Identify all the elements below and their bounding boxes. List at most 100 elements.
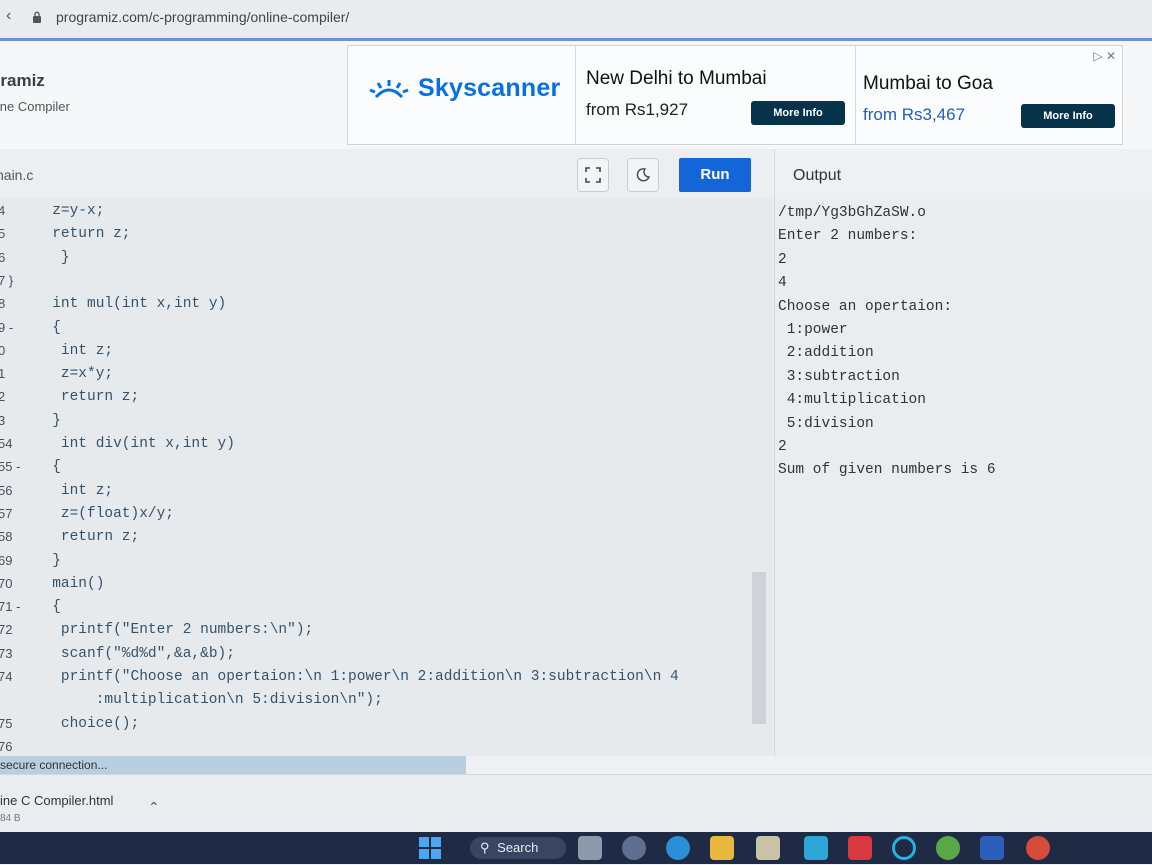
code-text: return z;: [60, 389, 140, 406]
line-number: 2: [0, 389, 6, 405]
code-text: int z;: [60, 342, 114, 359]
taskbar-search[interactable]: ⚲ Search: [470, 837, 566, 859]
back-arrow-icon[interactable]: ‹: [6, 7, 11, 25]
cortana-icon[interactable]: [892, 836, 916, 860]
line-number: 73: [0, 645, 13, 661]
code-text: return z;: [52, 226, 131, 243]
output-line: 5:division: [778, 415, 874, 432]
windows-taskbar: ⚲ Search: [0, 832, 1152, 864]
line-number: 75: [0, 715, 13, 731]
code-text: }: [52, 552, 61, 569]
line-number: 71 -: [0, 599, 21, 615]
ad-deal-delhi-mumbai[interactable]: New Delhi to Mumbai from Rs1,927: [586, 68, 767, 120]
site-header: gramiz line Compiler Skyscanner New Delh…: [0, 41, 1152, 149]
ad-divider: [855, 46, 856, 144]
line-number: 70: [0, 575, 13, 591]
code-text: z=x*y;: [60, 366, 114, 383]
line-number: 57: [0, 505, 13, 521]
download-size: 84 B: [0, 813, 21, 824]
lock-icon: [33, 11, 41, 23]
output-line: 3:subtraction: [778, 368, 900, 385]
line-number: 6: [0, 249, 6, 265]
output-line: 4: [778, 275, 787, 292]
app-l-icon[interactable]: [804, 836, 828, 860]
line-number: 55 -: [0, 459, 21, 475]
line-number: 76: [0, 738, 13, 754]
code-editor[interactable]: 4 z=y-x; 5 return z; 6} 7 } 8 int mul(int x,int…: [0, 199, 773, 756]
ad-price: from Rs1,927: [586, 100, 689, 119]
ad-route: Mumbai to Goa: [863, 73, 993, 94]
mcafee-icon[interactable]: [848, 836, 872, 860]
output-line: 4:multiplication: [778, 392, 926, 409]
download-filename[interactable]: ine C Compiler.html: [0, 793, 113, 808]
code-text: main(): [52, 575, 105, 592]
code-text: printf("Choose an opertaion:\n 1:power\n…: [60, 669, 679, 685]
chevron-up-icon[interactable]: ⌃: [148, 799, 160, 816]
output-header: Output: [774, 149, 1152, 200]
code-text: }: [52, 412, 61, 429]
advertisement-banner[interactable]: Skyscanner New Delhi to Mumbai from Rs1,…: [347, 45, 1123, 145]
line-number: 5: [0, 226, 6, 242]
editor-toolbar: nain.c: [0, 149, 773, 200]
output-line: /tmp/Yg3bGhZaSW.o: [778, 205, 926, 221]
editor-scrollbar[interactable]: [752, 572, 766, 724]
fullscreen-icon: [585, 167, 601, 183]
line-number: 72: [0, 622, 13, 638]
code-text: {: [52, 319, 61, 336]
output-line: 1:power: [778, 322, 848, 338]
line-number: 56: [0, 482, 13, 498]
word-icon[interactable]: [980, 836, 1004, 860]
edge-browser-icon[interactable]: [666, 836, 690, 860]
moon-icon: [636, 168, 651, 182]
code-text: int div(int x,int y): [60, 436, 235, 452]
store-icon[interactable]: [756, 836, 780, 860]
site-logo[interactable]: gramiz line Compiler: [0, 71, 70, 114]
skyscanner-logo[interactable]: Skyscanner: [368, 74, 560, 103]
output-line: Enter 2 numbers:: [778, 228, 918, 245]
output-line: 2: [778, 251, 787, 268]
ad-divider: [575, 46, 576, 144]
code-text: :multiplication\n 5:division\n");: [95, 692, 383, 709]
line-number: 3: [0, 412, 6, 428]
file-explorer-icon[interactable]: [710, 836, 734, 860]
site-brand: gramiz: [0, 71, 45, 90]
chrome-profile-icon[interactable]: [1026, 836, 1050, 860]
code-text: scanf("%d%d",&a,&b);: [60, 645, 235, 662]
windows-start-icon[interactable]: [418, 836, 442, 860]
line-number: 54: [0, 436, 13, 451]
output-line: 2:addition: [778, 345, 874, 362]
adchoices-close-icon[interactable]: ▷ ✕: [1093, 49, 1116, 63]
file-tab[interactable]: nain.c: [0, 167, 33, 183]
sunrise-icon: [369, 79, 409, 98]
output-line: Choose an opertaion:: [778, 298, 953, 315]
chrome-icon[interactable]: [936, 836, 960, 860]
output-line: Sum of given numbers is 6: [778, 462, 996, 479]
more-info-button[interactable]: More Info: [1021, 104, 1115, 128]
ad-route: New Delhi to Mumbai: [586, 68, 767, 89]
line-number: 69: [0, 552, 13, 568]
code-text: choice();: [60, 715, 140, 732]
task-view-icon[interactable]: [578, 836, 602, 860]
url-text[interactable]: programiz.com/c-programming/online-compi…: [56, 9, 349, 25]
more-info-button[interactable]: More Info: [751, 101, 845, 125]
line-number: 1: [0, 366, 6, 382]
code-text: }: [60, 249, 70, 266]
chat-icon[interactable]: [622, 836, 646, 860]
code-text: z=(float)x/y;: [60, 505, 175, 522]
download-bar: ine C Compiler.html 84 B ⌃: [0, 774, 1152, 833]
code-text: return z;: [60, 529, 140, 546]
code-text: {: [52, 459, 61, 476]
line-number: 4: [0, 203, 6, 218]
output-console: /tmp/Yg3bGhZaSW.o Enter 2 numbers: 2 4 Choos…: [774, 199, 1152, 756]
run-button[interactable]: Run: [679, 158, 751, 192]
ad-deal-mumbai-goa[interactable]: Mumbai to Goa from Rs3,467: [863, 73, 993, 125]
fullscreen-button[interactable]: [577, 158, 609, 192]
theme-toggle-button[interactable]: [627, 158, 659, 192]
output-title: Output: [793, 167, 842, 184]
site-subtitle: line Compiler: [0, 99, 70, 114]
search-label: Search: [497, 840, 539, 855]
browser-address-bar: ‹ programiz.com/c-programming/online-com…: [0, 0, 1152, 41]
line-number: 8: [0, 296, 6, 312]
skyscanner-name: Skyscanner: [418, 74, 561, 102]
status-bar: secure connection...: [0, 756, 466, 774]
